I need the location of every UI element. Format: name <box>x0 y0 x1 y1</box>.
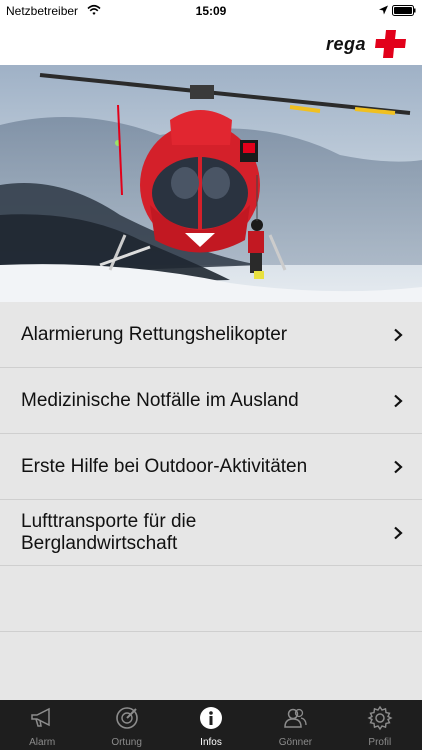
menu-item-alarmierung[interactable]: Alarmierung Rettungshelikopter <box>0 302 422 368</box>
tab-goenner[interactable]: Gönner <box>253 700 337 750</box>
chevron-right-icon <box>394 328 403 341</box>
menu-item-lufttransporte[interactable]: Lufttransporte für die Berglandwirtschaf… <box>0 500 422 566</box>
menu-item-label: Medizinische Notfälle im Ausland <box>21 389 299 411</box>
info-icon <box>200 707 223 729</box>
tab-label: Ortung <box>111 737 142 748</box>
status-time: 15:09 <box>195 4 227 18</box>
chevron-right-icon <box>394 526 403 539</box>
empty-list-row <box>0 566 422 632</box>
tab-label: Alarm <box>29 737 56 748</box>
tab-profil[interactable]: Profil <box>338 700 422 750</box>
info-menu-list: Alarmierung Rettungshelikopter Medizinis… <box>0 302 422 632</box>
tab-ortung[interactable]: Ortung <box>84 700 168 750</box>
megaphone-icon <box>31 707 50 727</box>
battery-icon <box>392 5 416 16</box>
people-icon <box>284 708 308 728</box>
tab-infos[interactable]: Infos <box>169 700 253 750</box>
location-arrow-icon <box>379 5 388 15</box>
menu-item-label: Erste Hilfe bei Outdoor-Aktivitäten <box>21 455 308 477</box>
chevron-right-icon <box>394 394 403 407</box>
app-header: rega <box>0 22 422 65</box>
swiss-cross-icon <box>375 30 406 58</box>
gear-icon <box>367 705 393 731</box>
menu-item-medizinische-notfaelle[interactable]: Medizinische Notfälle im Ausland <box>0 368 422 434</box>
tab-label: Infos <box>200 737 222 748</box>
tab-label: Profil <box>368 737 392 748</box>
tab-bar: Alarm Ortung Infos Gönner Profil <box>0 700 422 750</box>
tab-alarm[interactable]: Alarm <box>0 700 84 750</box>
tab-label: Gönner <box>278 737 313 748</box>
logo-text: rega <box>326 34 367 54</box>
rega-logo: rega <box>326 28 408 60</box>
status-bar: Netzbetreiber 15:09 <box>0 0 422 22</box>
hero-image-helicopter <box>0 65 422 302</box>
menu-item-erste-hilfe[interactable]: Erste Hilfe bei Outdoor-Aktivitäten <box>0 434 422 500</box>
chevron-right-icon <box>394 460 403 473</box>
compass-icon <box>115 707 138 729</box>
menu-item-label: Lufttransporte für die Berglandwirtschaf… <box>21 510 197 554</box>
menu-item-label: Alarmierung Rettungshelikopter <box>21 323 288 345</box>
